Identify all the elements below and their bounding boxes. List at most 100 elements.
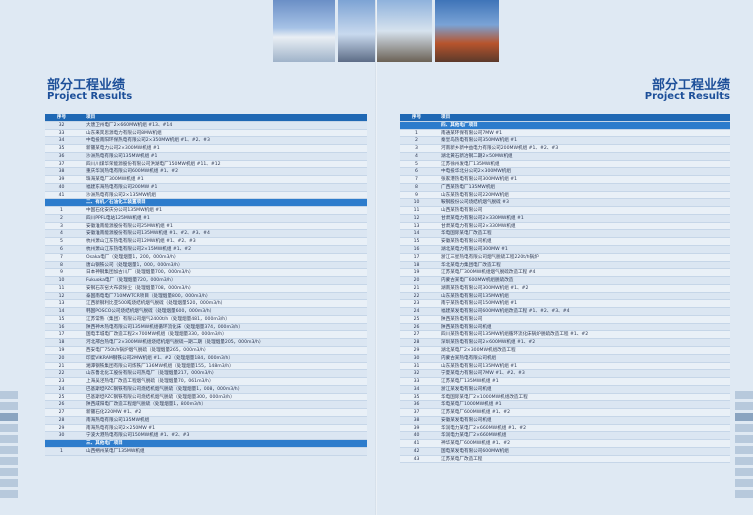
left-page: 部分工程业绩 Project Results 序号 项目 32 大唐卫州电厂2×6… bbox=[0, 0, 376, 515]
row-number: 2 bbox=[415, 138, 418, 144]
table-row: 37 江苏某电厂600MW机组 #1、#2 bbox=[400, 409, 730, 417]
project-name: 南宁某热电有限公司150MW机组 #1 bbox=[441, 301, 518, 307]
section-header-row: 四、其他电厂项目 bbox=[400, 121, 730, 130]
table-row: 11 安钢石灰窑大布袋除尘（处理烟量708，000m3/h） bbox=[45, 285, 367, 293]
project-name: 安徽淮南能源股份有限公司135MW机组 #1、#2、#3、#4 bbox=[86, 231, 210, 237]
project-name: 山东鲁北化工股份有限公司热电厂（处理烟量217，000m3/h） bbox=[86, 371, 217, 377]
row-number: 34 bbox=[58, 138, 65, 144]
table-row: 3 河南新乡新中益电力有限公司200MW机组 #1、#2、#3 bbox=[400, 145, 730, 153]
table-row: 29 湖北某电厂2×300MW机组改造工程 bbox=[400, 347, 730, 355]
project-name: 安徽某热电有限公司机组 bbox=[441, 239, 492, 245]
column-header-project: 项目 bbox=[441, 115, 451, 120]
row-number: 41 bbox=[413, 441, 420, 447]
table-row: 24 巴基斯坦PZC钢铁有限公司烧结机烟气脱硫（处理烟量1，008，000m3/h… bbox=[45, 385, 367, 394]
table-row: 20 印度VIKRAM钢铁公司2MW机组 #1、#2（处理烟量184，000m3/… bbox=[45, 354, 367, 363]
table-row: 43 江苏某电厂改造工程 bbox=[400, 456, 730, 464]
edge-tab bbox=[735, 468, 753, 476]
project-name: 南海热电有限公司135MW机组 bbox=[86, 417, 150, 423]
project-name: 神华某电厂600MW机组 #1、#2 bbox=[441, 441, 511, 447]
table-row: 39 华润电力某电厂2×660MW机组 #1、#2 bbox=[400, 425, 730, 433]
edge-tab bbox=[0, 479, 18, 487]
power-plant-photo bbox=[273, 0, 335, 62]
project-name: 鞍钢股份公司烧结机烟气脱硫 #3 bbox=[441, 200, 509, 206]
table-row: 36 华电某电厂1000MW机组 #1 bbox=[400, 401, 730, 410]
project-name: 宁波大港热电有限公司150MW机组 #1、#2、#3 bbox=[86, 433, 190, 439]
table-row: 12 甘肃某电力有限公司2×330MW机组 #1 bbox=[400, 214, 730, 223]
row-number: 26 bbox=[413, 324, 420, 330]
table-row: 42 国电某发电有限公司600MW机组 bbox=[400, 447, 730, 456]
edge-tab bbox=[735, 446, 753, 454]
project-name: 内蒙古某电厂600MW机组脱硫改造 bbox=[441, 278, 514, 284]
power-plant-photo bbox=[377, 0, 432, 62]
table-row: 10 Fukuoka电厂（处理烟量720，000m3/h） bbox=[45, 277, 367, 285]
edge-tabs-right bbox=[735, 391, 753, 501]
table-row: 40 福建东海热电有限公司200MW #1 bbox=[45, 183, 367, 192]
row-number: 37 bbox=[58, 161, 65, 167]
project-name: 宁夏某电力有限公司7MW #1、#2、#3 bbox=[441, 371, 525, 377]
edge-tab bbox=[0, 402, 18, 410]
project-name: 张家港热电有限公司300MW机组 #1 bbox=[441, 177, 518, 183]
row-number: 33 bbox=[58, 130, 65, 136]
row-number: 19 bbox=[58, 347, 65, 353]
table-row: 7 Osaka电厂（处理烟量1，200，000m3/h） bbox=[45, 254, 367, 262]
table-row: 39 珠海某电厂300MW机组 #1 bbox=[45, 176, 367, 184]
row-number: 17 bbox=[58, 332, 65, 338]
row-number: 36 bbox=[58, 153, 65, 159]
edge-tab bbox=[0, 446, 18, 454]
project-name: 日本神钢集团加古川厂（处理烟量700，000m3/h） bbox=[86, 270, 194, 276]
project-name: Fukuoka电厂（处理烟量720，000m3/h） bbox=[86, 278, 176, 284]
table-row: 9 日本神钢集团加古川厂（处理烟量700，000m3/h） bbox=[45, 269, 367, 278]
project-name: 安钢石灰窑大布袋除尘（处理烟量708，000m3/h） bbox=[86, 285, 194, 291]
right-page: 部分工程业绩 Project Results 序号 项目 四、其他电厂项目 1 南通… bbox=[377, 0, 753, 515]
row-number: 10 bbox=[58, 278, 65, 284]
project-name: 杭州萧山江东热电有限公司12MW机组 #1、#2、#3 bbox=[86, 239, 196, 245]
project-name: 杭州萧山江东热电有限公司2×15MW机组 #1、#2 bbox=[86, 247, 192, 253]
table-row: 18 河北邢台热电厂2×300MW机组烧结机烟气脱硫一期二期（处理烟量205，00… bbox=[45, 339, 367, 347]
table-row: 6 中电投华北分公司2×300MW机组 bbox=[400, 168, 730, 177]
table-row: 7 张家港热电有限公司300MW机组 #1 bbox=[400, 176, 730, 184]
project-name: 巴基斯坦PZC钢铁有限公司烧结机烟气脱硫（处理烟量1，008，000m3/h） bbox=[86, 386, 243, 392]
project-name: 华电国际某电厂改造工程 bbox=[441, 231, 492, 237]
project-name: 江西新钢利比亚500吨烧结机烟气脱硫（处理烟量520，000m3/h） bbox=[86, 301, 226, 307]
header-photo-strip bbox=[273, 0, 376, 62]
project-table-left: 序号 项目 32 大唐卫州电厂2×660MW机组 #13、#14 33 山东来宾思源电… bbox=[45, 114, 367, 456]
row-number: 41 bbox=[58, 192, 65, 198]
project-name: 湖北某电力有限公司300MW #1 bbox=[441, 247, 508, 253]
project-name: 江苏某电厂600MW机组 #1、#2 bbox=[441, 410, 511, 416]
project-name: 陕西咸阳电厂改造工程烟气脱硫（处理烟量1，800m3/h） bbox=[86, 402, 207, 408]
row-number: 25 bbox=[413, 316, 420, 322]
section-header-row: 二、有机／石油化工装置项目 bbox=[45, 199, 367, 208]
edge-tab bbox=[735, 402, 753, 410]
project-name: 珠海某电厂300MW机组 #1 bbox=[86, 177, 144, 183]
row-number: 22 bbox=[58, 371, 65, 377]
project-name: 江苏徐州发电厂135MW机组 bbox=[441, 161, 500, 167]
table-row: 2 秦皇岛热电有限公司350MW机组 #1 bbox=[400, 137, 730, 146]
row-number: 11 bbox=[58, 285, 65, 291]
section-header-row: 三、其他电厂项目 bbox=[45, 440, 367, 448]
power-plant-photo bbox=[338, 0, 376, 62]
edge-tabs-left bbox=[0, 391, 18, 501]
table-row: 34 中电投南阳环保热电有限公司2×350MW机组 #1、#2、#3 bbox=[45, 137, 367, 146]
row-number bbox=[400, 122, 433, 129]
row-number: 39 bbox=[413, 425, 420, 431]
project-name: 中电投南阳环保热电有限公司2×350MW机组 #1、#2、#3 bbox=[86, 138, 210, 144]
table-row: 25 巴基斯坦PZC钢铁有限公司烧结机烟气脱硫（处理烟量300，000m3/h） bbox=[45, 394, 367, 402]
project-name: 甘肃某电力有限公司2×330MW机组 #1 bbox=[441, 215, 524, 221]
row-number: 20 bbox=[58, 355, 65, 361]
table-row: 32 大唐卫州电厂2×660MW机组 #13、#14 bbox=[45, 121, 367, 130]
project-name: 福建某发电有限公司600MW机组改造工程 #1、#2、#3、#4 bbox=[441, 309, 570, 315]
table-row: 34 浙江某发电有限公司机组 bbox=[400, 385, 730, 394]
table-row: 27 四川某热电有限公司135MW机组循环流化床锅炉脱硫改造工程 #1、#2 bbox=[400, 331, 730, 340]
table-row: 3 安徽淮南能源股份有限公司25MW机组 #1 bbox=[45, 223, 367, 231]
project-name: 华润电力某电厂2×660MW机组 bbox=[441, 433, 507, 439]
table-row: 25 陕西某热电有限公司 bbox=[400, 316, 730, 324]
row-number: 29 bbox=[58, 425, 65, 431]
row-number: 32 bbox=[58, 122, 65, 128]
table-row: 21 湖南某热电有限公司300MW机组 #1、#2 bbox=[400, 285, 730, 293]
table-row: 31 山东某热电有限公司135MW机组 #1 bbox=[400, 363, 730, 371]
table-row: 14 韩国POSCO公司烧结机烟气脱硫（处理烟量600，000m3/h） bbox=[45, 308, 367, 316]
row-number: 36 bbox=[413, 402, 420, 408]
project-name: 华润电力某电厂2×660MW机组 #1、#2 bbox=[441, 425, 526, 431]
table-row: 21 湘潭钢铁集团有限公司炼铁厂136MW机组（处理烟量155，148m3/h） bbox=[45, 363, 367, 371]
project-name: 内蒙古某热电有限公司机组 bbox=[441, 355, 497, 361]
